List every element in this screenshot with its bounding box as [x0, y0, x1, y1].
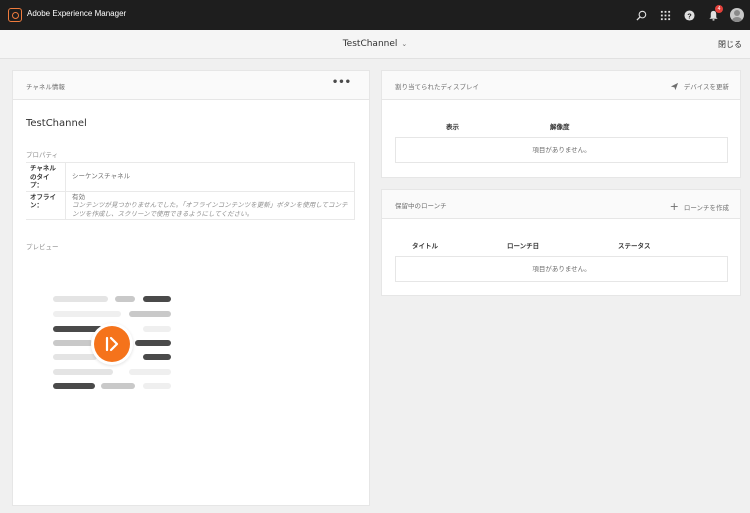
channel-info-panel: チャネル情報 ••• TestChannel プロパティ チャネルのタイプ： シ…: [12, 70, 370, 506]
search-icon[interactable]: [634, 8, 648, 22]
notification-badge: 4: [715, 5, 723, 13]
create-launch-button[interactable]: + ローンチを作成: [670, 200, 729, 213]
send-icon: [670, 82, 678, 90]
user-avatar[interactable]: [730, 8, 744, 22]
preview-illustration: [53, 296, 173, 396]
property-value: シーケンスチャネル: [72, 172, 131, 180]
bell-icon[interactable]: 4: [706, 5, 723, 22]
preview-label: プレビュー: [26, 243, 59, 251]
plus-icon: +: [669, 200, 679, 213]
displays-empty-state: 項目がありません。: [395, 137, 728, 163]
assigned-displays-header: 割り当てられたディスプレイ デバイスを更新: [382, 71, 740, 100]
column-header-launch-date[interactable]: ローンチ日: [507, 240, 539, 250]
play-icon: [94, 326, 130, 362]
channel-info-header: チャネル情報 •••: [13, 71, 369, 100]
property-row-offline: オフライン： 有効 コンテンツが見つかりませんでした。「オフラインコンテンツを更…: [26, 191, 355, 220]
channel-title: TestChannel: [342, 39, 398, 49]
properties-table: チャネルのタイプ： シーケンスチャネル オフライン： 有効 コンテンツが見つかり…: [26, 162, 355, 220]
more-actions-button[interactable]: •••: [332, 77, 351, 88]
property-key: チャネルのタイプ：: [26, 163, 66, 191]
preview-line: [115, 296, 135, 302]
preview-line: [143, 296, 171, 302]
property-value: 有効 コンテンツが見つかりませんでした。「オフラインコンテンツを更新」ボタンを使…: [66, 192, 354, 220]
aem-logo-icon[interactable]: [8, 8, 22, 22]
channel-switcher[interactable]: TestChannel ⌄: [0, 39, 750, 49]
svg-text:?: ?: [687, 11, 692, 20]
shell-actions: ? 4: [634, 5, 744, 24]
preview-line: [53, 369, 113, 375]
chevron-down-icon: ⌄: [401, 40, 408, 48]
offline-note: コンテンツが見つかりませんでした。「オフラインコンテンツを更新」ボタンを使用して…: [72, 201, 348, 218]
preview-line: [143, 354, 171, 360]
refresh-devices-label: デバイスを更新: [683, 83, 729, 91]
create-launch-label: ローンチを作成: [683, 203, 729, 212]
apps-grid-icon[interactable]: [658, 8, 672, 22]
column-header-title[interactable]: タイトル: [412, 240, 438, 250]
preview-line: [101, 383, 135, 389]
channel-info-title: チャネル情報: [26, 83, 65, 91]
column-header-resolution[interactable]: 解像度: [550, 121, 570, 131]
app-title[interactable]: Adobe Experience Manager: [27, 9, 126, 18]
preview-line: [143, 383, 171, 389]
assigned-displays-panel: 割り当てられたディスプレイ デバイスを更新 表示 解像度 項目がありません。: [381, 70, 741, 178]
assigned-displays-title: 割り当てられたディスプレイ: [395, 83, 480, 91]
column-header-display[interactable]: 表示: [446, 121, 459, 131]
preview-line: [135, 340, 171, 346]
channel-name: TestChannel: [26, 118, 87, 129]
preview-line: [53, 311, 121, 317]
property-key: オフライン：: [26, 191, 66, 219]
preview-line: [53, 383, 95, 389]
property-row-channel-type: チャネルのタイプ： シーケンスチャネル: [26, 163, 355, 192]
help-icon[interactable]: ?: [682, 8, 696, 22]
offline-status: 有効: [72, 192, 85, 201]
pending-launches-header: 保留中のローンチ + ローンチを作成: [382, 190, 740, 219]
pending-launches-title: 保留中のローンチ: [395, 202, 447, 210]
column-header-status[interactable]: ステータス: [618, 240, 651, 250]
close-button[interactable]: 閉じる: [718, 39, 742, 50]
refresh-devices-button[interactable]: デバイスを更新: [670, 81, 729, 91]
pending-launches-panel: 保留中のローンチ + ローンチを作成 タイトル ローンチ日 ステータス 項目があ…: [381, 189, 741, 296]
preview-line: [53, 296, 108, 302]
play-preview-button[interactable]: [91, 323, 133, 365]
launches-empty-state: 項目がありません。: [395, 256, 728, 282]
shell-bar: Adobe Experience Manager ? 4: [0, 0, 750, 30]
preview-line: [53, 354, 97, 360]
properties-label: プロパティ: [26, 151, 59, 159]
preview-line: [129, 369, 171, 375]
channel-header-bar: TestChannel ⌄ 閉じる: [0, 30, 750, 59]
preview-line: [129, 311, 171, 317]
preview-line: [53, 340, 93, 346]
preview-line: [143, 326, 171, 332]
